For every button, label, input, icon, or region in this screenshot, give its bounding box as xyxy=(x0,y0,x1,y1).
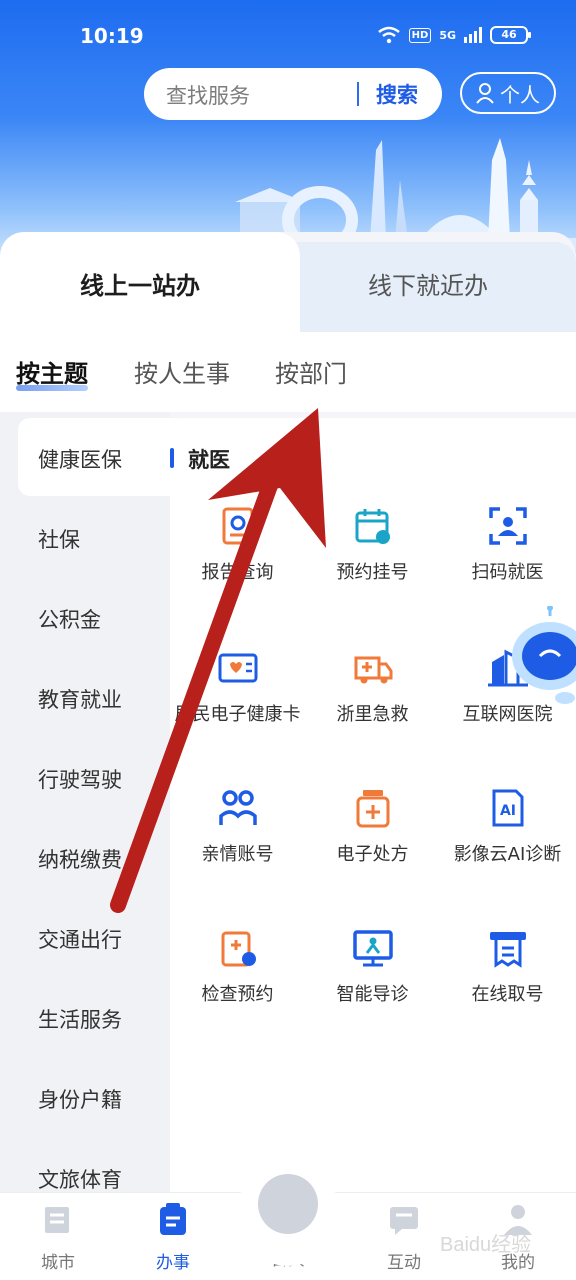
sidebar-item-housing-fund[interactable]: 公积金 xyxy=(38,604,101,634)
service-report-query[interactable]: 报告查询 xyxy=(170,506,305,584)
service-label: 居民电子健康卡 xyxy=(174,704,301,725)
service-exam-appointment[interactable]: 检查预约 xyxy=(170,928,305,1006)
section-marker xyxy=(170,448,174,468)
interact-icon xyxy=(390,1207,418,1235)
nav-label: 办事 xyxy=(156,1253,190,1273)
service-label: 报告查询 xyxy=(201,562,274,583)
home-logo-icon[interactable] xyxy=(258,1174,318,1234)
family-icon xyxy=(218,790,257,825)
svg-text:AI: AI xyxy=(499,803,515,819)
service-label: 亲情账号 xyxy=(201,844,274,865)
scan-icon xyxy=(488,507,527,545)
sidebar-item-health[interactable]: 健康医保 xyxy=(38,444,122,474)
service-family-account[interactable]: 亲情账号 xyxy=(170,788,305,866)
subtab-by-life-event[interactable]: 按人生事 xyxy=(134,354,230,389)
service-label: 浙里急救 xyxy=(336,704,409,725)
sidebar-item-life-services[interactable]: 生活服务 xyxy=(38,1004,122,1034)
status-bar: 10:19 HD 5G 46 xyxy=(0,22,576,52)
service-smart-guide[interactable]: 智能导诊 xyxy=(305,928,440,1006)
service-label: 电子处方 xyxy=(336,844,409,865)
health-card-icon xyxy=(218,653,257,683)
signal-label: 5G xyxy=(439,28,456,42)
sub-tab-bar: 按主题 按人生事 按部门 xyxy=(0,332,576,412)
hero-banner: 10:19 HD 5G 46 查找服务 搜索 个人 xyxy=(0,0,576,260)
personal-button[interactable]: 个人 xyxy=(460,72,556,114)
sidebar-item-social-security[interactable]: 社保 xyxy=(38,524,80,554)
sidebar-item-education[interactable]: 教育就业 xyxy=(38,684,122,714)
service-emergency[interactable]: 浙里急救 xyxy=(305,648,440,726)
nav-city[interactable]: 城市 xyxy=(18,1201,98,1273)
status-icons: HD 5G 46 xyxy=(377,26,531,44)
service-label: 影像云AI诊断 xyxy=(453,844,562,865)
nav-label: 城市 xyxy=(41,1253,75,1273)
wifi-icon xyxy=(377,26,400,44)
robot-assistant-icon[interactable] xyxy=(505,606,576,716)
service-label: 扫码就医 xyxy=(471,562,544,583)
ai-icon: AI xyxy=(492,789,523,827)
service-label: 在线取号 xyxy=(471,984,544,1005)
ambulance-icon xyxy=(354,656,392,684)
guide-icon xyxy=(352,930,393,967)
calendar-icon xyxy=(355,509,390,544)
nav-services[interactable]: 办事 xyxy=(133,1201,213,1273)
subtab-by-theme[interactable]: 按主题 xyxy=(16,354,88,391)
personal-label: 个人 xyxy=(500,82,540,107)
search-divider xyxy=(357,82,359,106)
main-panel: 线上一站办 线下就近办 按主题 按人生事 按部门 健康医保 社保 公积金 教育就… xyxy=(0,232,576,1192)
battery-icon: 46 xyxy=(490,26,531,44)
service-appointment[interactable]: 预约挂号 xyxy=(305,506,440,584)
service-content: 就医 报告查询 预约挂号 扫码就医 居民电子健康卡 浙里急救 互联网医院 亲情账… xyxy=(170,418,576,1192)
city-icon xyxy=(45,1207,69,1233)
search-button[interactable]: 搜索 xyxy=(376,79,418,109)
status-time: 10:19 xyxy=(80,24,144,48)
service-label: 智能导诊 xyxy=(336,984,409,1005)
report-icon xyxy=(222,507,253,545)
watermark: Baidu经验 xyxy=(440,1234,532,1256)
tab-online-label: 线上一站办 xyxy=(80,272,200,300)
prescription-icon xyxy=(356,790,389,828)
search-input[interactable]: 查找服务 xyxy=(166,80,250,110)
sidebar-item-transport[interactable]: 交通出行 xyxy=(38,924,122,954)
section-title: 就医 xyxy=(188,448,230,472)
service-ai-diagnosis[interactable]: AI 影像云AI诊断 xyxy=(440,788,575,866)
service-prescription[interactable]: 电子处方 xyxy=(305,788,440,866)
service-label: 检查预约 xyxy=(201,984,274,1005)
sidebar-item-culture[interactable]: 文旅体育 xyxy=(38,1164,122,1192)
tab-offline-label: 线下就近办 xyxy=(368,272,488,300)
service-scan[interactable]: 扫码就医 xyxy=(440,506,575,584)
sidebar-item-driving[interactable]: 行驶驾驶 xyxy=(38,764,122,794)
service-health-card[interactable]: 居民电子健康卡 xyxy=(170,648,305,726)
exam-icon xyxy=(221,931,256,967)
subtab-by-department[interactable]: 按部门 xyxy=(275,354,347,389)
search-bar[interactable]: 查找服务 搜索 xyxy=(144,68,442,120)
signal-icon xyxy=(464,27,482,43)
category-sidebar: 健康医保 社保 公积金 教育就业 行驶驾驶 纳税缴费 交通出行 生活服务 身份户… xyxy=(0,412,178,1192)
user-icon xyxy=(476,83,494,104)
services-icon xyxy=(160,1203,186,1235)
sidebar-item-tax[interactable]: 纳税缴费 xyxy=(38,844,122,874)
service-online-ticket[interactable]: 在线取号 xyxy=(440,928,575,1006)
service-label: 预约挂号 xyxy=(336,562,409,583)
ticket-icon xyxy=(489,932,526,968)
nav-label: 互动 xyxy=(387,1253,421,1273)
nav-interact[interactable]: 互动 xyxy=(364,1201,444,1273)
sidebar-item-identity[interactable]: 身份户籍 xyxy=(38,1084,122,1114)
hd-badge: HD xyxy=(408,27,432,43)
